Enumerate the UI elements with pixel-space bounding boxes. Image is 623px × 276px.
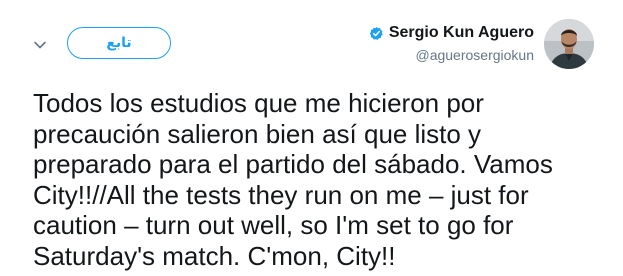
author-handle[interactable]: @aguerosergiokun bbox=[369, 47, 534, 63]
chevron-down-icon[interactable] bbox=[33, 38, 47, 52]
verified-badge-icon bbox=[369, 26, 384, 41]
author-display-name[interactable]: Sergio Kun Aguero bbox=[389, 24, 534, 42]
author-block: Sergio Kun Aguero @aguerosergiokun bbox=[369, 22, 534, 63]
tweet-text: Todos los estudios que me hicieron por p… bbox=[33, 88, 553, 271]
tweet-card: تابع Sergio Kun Aguero @aguerosergiokun bbox=[0, 0, 623, 276]
follow-button[interactable]: تابع bbox=[67, 27, 171, 59]
avatar[interactable] bbox=[544, 19, 594, 69]
